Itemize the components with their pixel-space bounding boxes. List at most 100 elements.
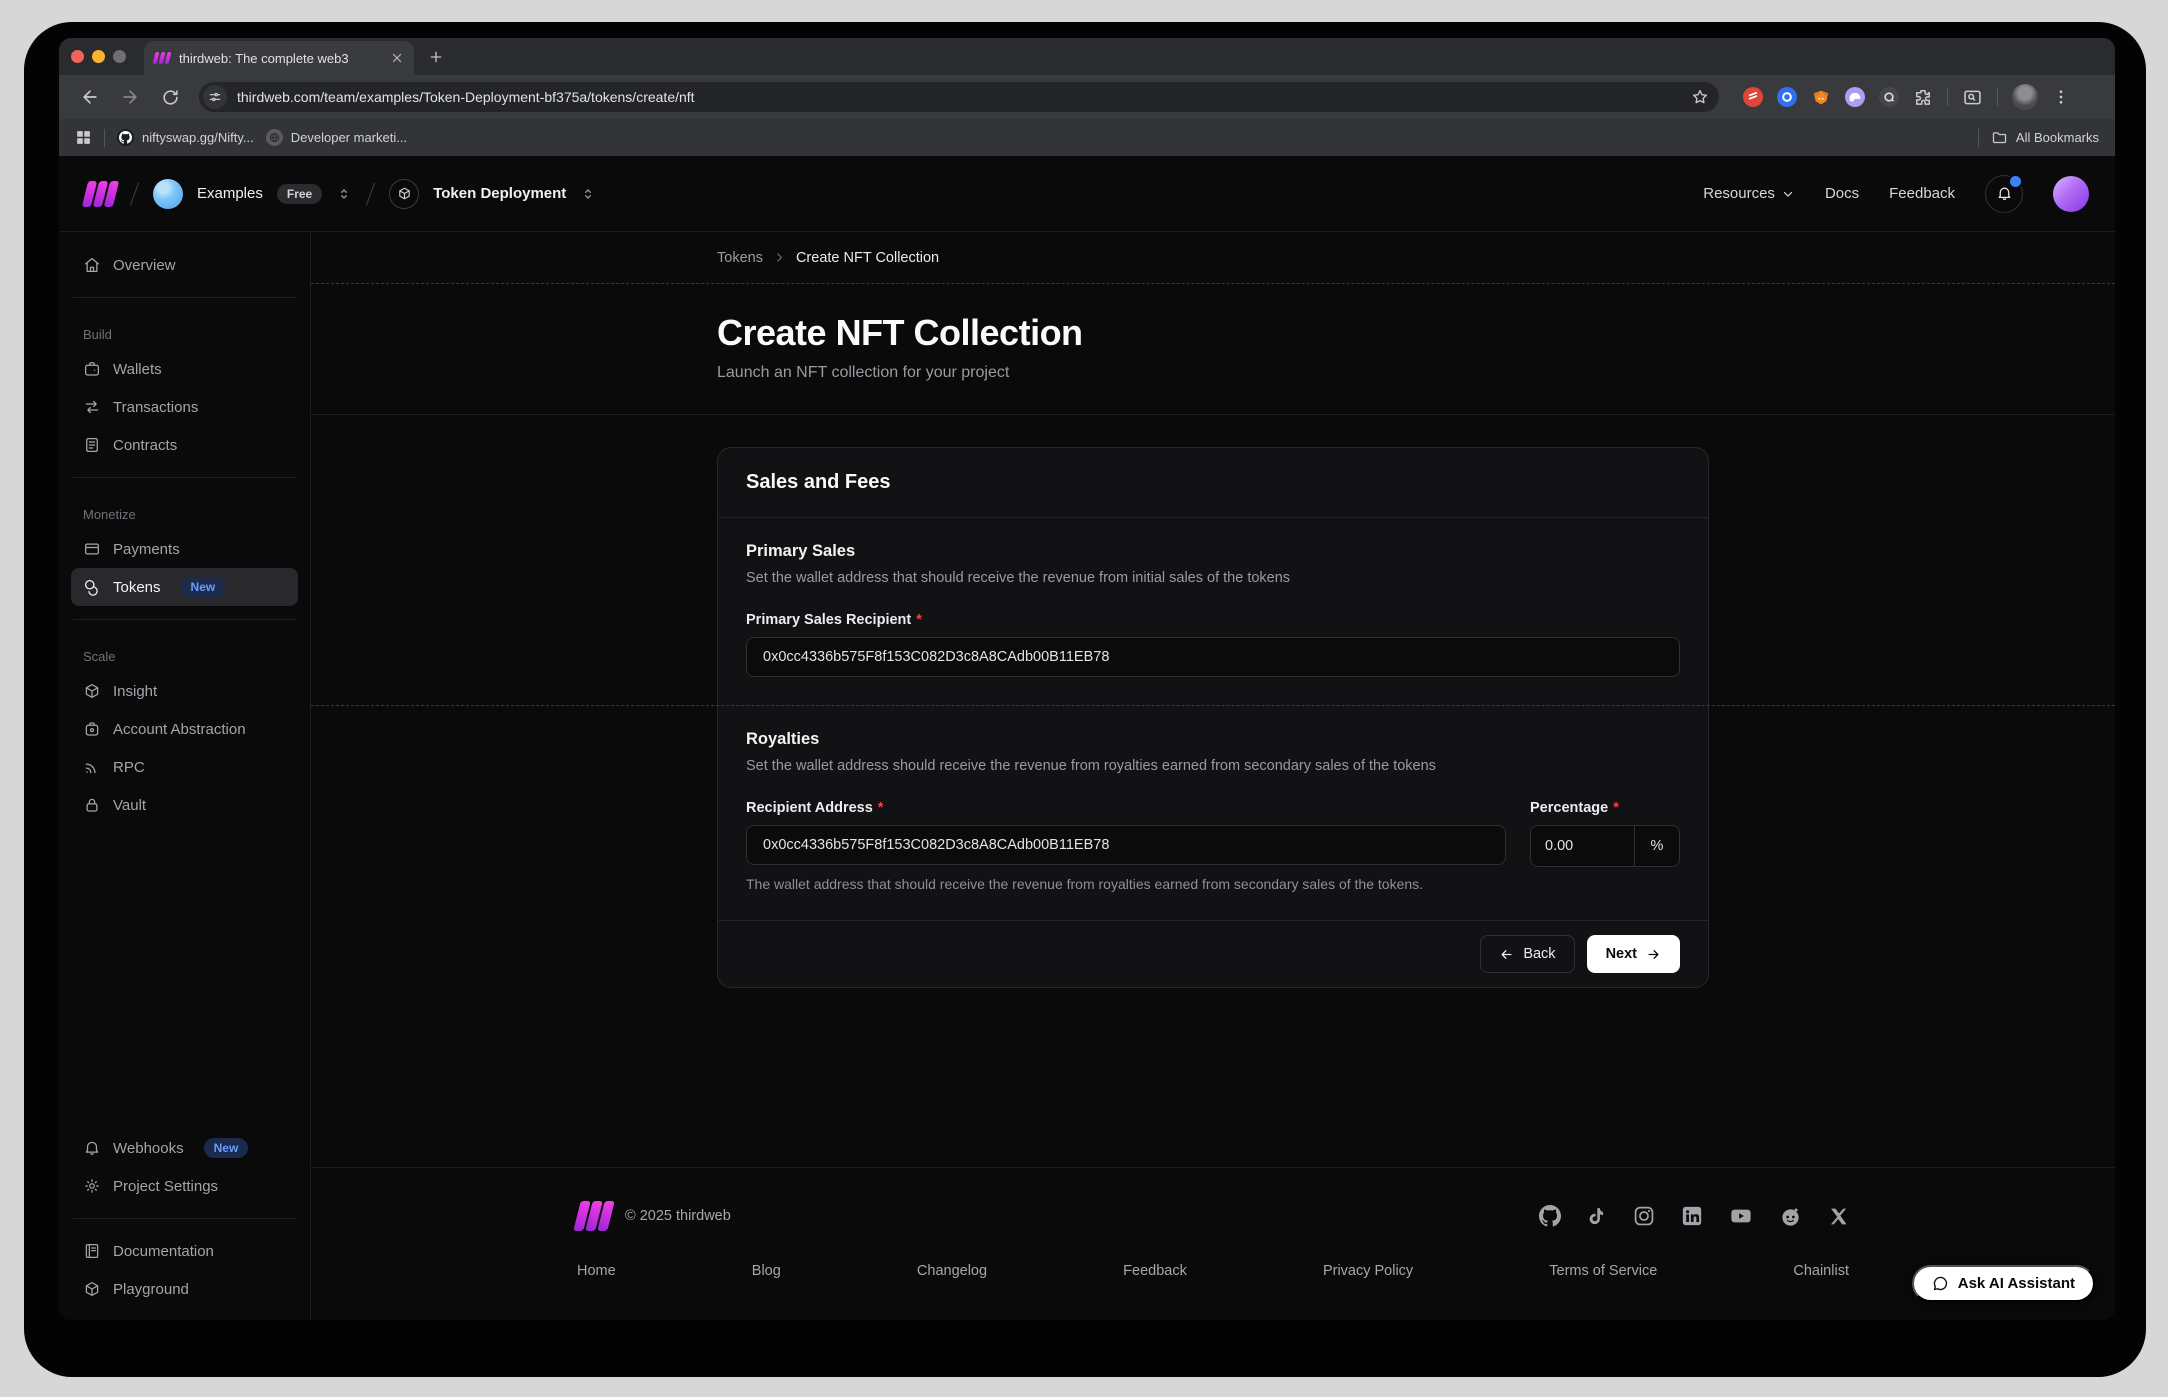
sidebar-item-account-abstraction[interactable]: Account Abstraction [71, 710, 298, 748]
footer-link-chainlist[interactable]: Chainlist [1793, 1263, 1849, 1279]
new-tab-button[interactable] [428, 49, 444, 65]
browser-menu-kebab-icon[interactable] [2052, 88, 2070, 106]
card-title: Sales and Fees [746, 471, 891, 493]
user-avatar[interactable] [2053, 176, 2089, 212]
primary-sales-description: Set the wallet address that should recei… [746, 570, 1680, 586]
sidebar-item-playground[interactable]: Playground [71, 1270, 298, 1308]
all-bookmarks-button[interactable]: All Bookmarks [1991, 129, 2099, 146]
forward-icon[interactable] [113, 80, 147, 114]
insight-cube-icon [83, 682, 101, 700]
browser-profile-avatar[interactable] [2012, 84, 2038, 110]
team-name[interactable]: Examples [197, 185, 263, 202]
side-panel-search-icon[interactable] [1962, 87, 1983, 108]
primary-sales-recipient-input[interactable] [746, 637, 1680, 677]
youtube-icon[interactable] [1729, 1205, 1753, 1227]
sidebar-item-transactions[interactable]: Transactions [71, 388, 298, 426]
back-button[interactable]: Back [1480, 935, 1574, 973]
sidebar-item-contracts[interactable]: Contracts [71, 426, 298, 464]
sidebar-section-scale: Scale [71, 649, 298, 664]
project-switcher-icon[interactable] [580, 186, 596, 202]
extensions-puzzle-icon[interactable] [1913, 87, 1933, 107]
resources-menu[interactable]: Resources [1703, 185, 1795, 202]
sidebar-item-payments[interactable]: Payments [71, 530, 298, 568]
bookmarks-divider [104, 129, 105, 147]
metamask-extension-icon[interactable] [1811, 87, 1831, 107]
zoom-window-button[interactable] [113, 50, 126, 63]
sidebar-item-rpc[interactable]: RPC [71, 748, 298, 786]
sidebar-item-label: Transactions [113, 399, 198, 416]
instagram-icon[interactable] [1633, 1205, 1655, 1227]
docs-link[interactable]: Docs [1825, 185, 1859, 202]
reload-icon[interactable] [153, 80, 187, 114]
bookmark-item[interactable]: niftyswap.gg/Nifty... [117, 129, 254, 146]
bookmark-label: niftyswap.gg/Nifty... [142, 130, 254, 145]
back-icon[interactable] [73, 80, 107, 114]
feedback-link[interactable]: Feedback [1889, 185, 1955, 202]
sidebar-item-label: Contracts [113, 437, 177, 454]
x-icon[interactable] [1828, 1206, 1849, 1227]
reddit-icon[interactable] [1779, 1205, 1802, 1228]
sidebar-item-label: Tokens [113, 579, 161, 596]
required-asterisk: * [878, 800, 884, 816]
extension-dark-icon[interactable] [1879, 87, 1899, 107]
extension-blue-icon[interactable] [1777, 87, 1797, 107]
site-settings-icon[interactable] [203, 85, 227, 109]
project-name[interactable]: Token Deployment [433, 185, 566, 202]
url-text[interactable]: thirdweb.com/team/examples/Token-Deploym… [237, 89, 1691, 105]
percentage-input-group: % [1530, 825, 1680, 867]
coins-icon [83, 578, 101, 596]
sidebar-item-webhooks[interactable]: Webhooks New [71, 1129, 298, 1167]
close-window-button[interactable] [71, 50, 84, 63]
phantom-extension-icon[interactable] [1845, 87, 1865, 107]
royalty-percentage-input[interactable] [1531, 826, 1634, 866]
tab-close-icon[interactable] [390, 51, 404, 65]
bell-icon [83, 1139, 101, 1157]
linkedin-icon[interactable] [1681, 1205, 1703, 1227]
next-button[interactable]: Next [1587, 935, 1680, 973]
sidebar-item-vault[interactable]: Vault [71, 786, 298, 824]
ask-ai-assistant-label: Ask AI Assistant [1958, 1275, 2075, 1292]
sidebar-item-label: Vault [113, 797, 146, 814]
sidebar-item-project-settings[interactable]: Project Settings [71, 1167, 298, 1205]
sidebar-divider [73, 619, 296, 620]
footer-link-terms-of-service[interactable]: Terms of Service [1549, 1263, 1657, 1279]
bookmark-label: Developer marketi... [291, 130, 407, 145]
bookmark-item[interactable]: Developer marketi... [266, 129, 407, 146]
thirdweb-logo[interactable] [85, 181, 116, 207]
lock-icon [83, 796, 101, 814]
sidebar-item-overview[interactable]: Overview [71, 246, 298, 284]
sidebar-item-wallets[interactable]: Wallets [71, 350, 298, 388]
tiktok-icon[interactable] [1587, 1205, 1607, 1227]
main-content: Tokens Create NFT Collection Create NFT … [311, 232, 2115, 1320]
team-avatar [153, 179, 183, 209]
royalties-heading: Royalties [746, 730, 1680, 749]
sidebar-item-documentation[interactable]: Documentation [71, 1232, 298, 1270]
extension-red-icon[interactable] [1743, 87, 1763, 107]
footer-link-privacy-policy[interactable]: Privacy Policy [1323, 1263, 1413, 1279]
sidebar-section-build: Build [71, 327, 298, 342]
bookmark-star-icon[interactable] [1691, 88, 1709, 106]
app-header: Examples Free Token Deployment [59, 156, 2115, 232]
sidebar-item-insight[interactable]: Insight [71, 672, 298, 710]
royalty-recipient-input[interactable] [746, 825, 1506, 865]
footer-link-home[interactable]: Home [577, 1263, 616, 1279]
footer-link-changelog[interactable]: Changelog [917, 1263, 987, 1279]
breadcrumb-tokens-link[interactable]: Tokens [717, 250, 763, 266]
team-switcher-icon[interactable] [336, 186, 352, 202]
thirdweb-app: Examples Free Token Deployment [59, 156, 2115, 1320]
footer-link-feedback[interactable]: Feedback [1123, 1263, 1187, 1279]
all-bookmarks-label: All Bookmarks [2016, 130, 2099, 145]
github-icon[interactable] [1539, 1205, 1561, 1227]
new-badge: New [204, 1138, 249, 1158]
notifications-button[interactable] [1985, 175, 2023, 213]
browser-tab[interactable]: thirdweb: The complete web3 [144, 41, 414, 75]
apps-grid-icon[interactable] [75, 129, 92, 146]
royalty-helper-text: The wallet address that should receive t… [746, 876, 1506, 892]
footer-link-blog[interactable]: Blog [752, 1263, 781, 1279]
minimize-window-button[interactable] [92, 50, 105, 63]
copyright-text: © 2025 thirdweb [625, 1208, 731, 1224]
address-bar[interactable]: thirdweb.com/team/examples/Token-Deploym… [199, 82, 1719, 112]
gear-icon [83, 1177, 101, 1195]
sidebar-item-tokens[interactable]: Tokens New [71, 568, 298, 606]
ask-ai-assistant-button[interactable]: Ask AI Assistant [1912, 1265, 2095, 1302]
